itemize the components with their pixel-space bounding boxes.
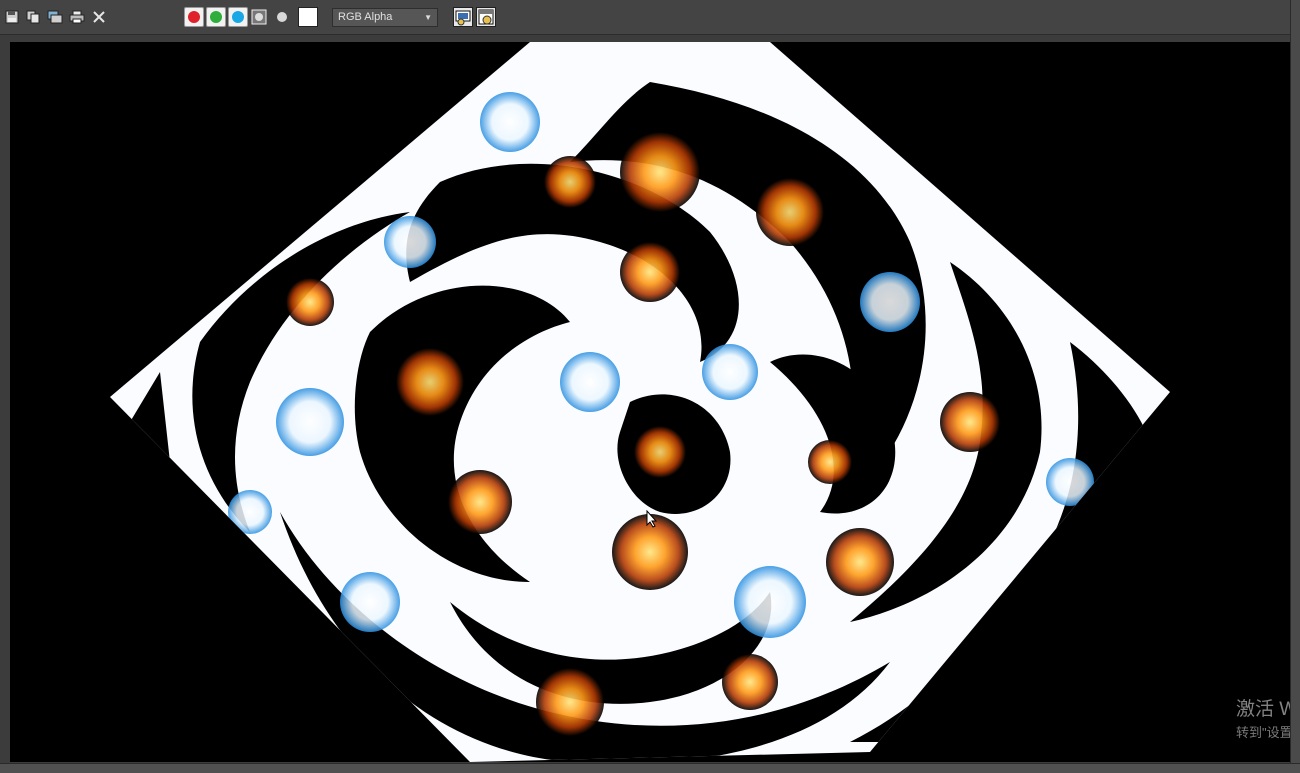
save-icon[interactable] [3, 8, 21, 26]
alpha-channel-button[interactable] [250, 8, 268, 26]
display-mode-value: RGB Alpha [338, 11, 393, 23]
blue-channel-icon [232, 11, 244, 23]
rendered-image [110, 42, 1170, 762]
activation-watermark-line2: 转到"设置 [1236, 725, 1290, 740]
red-channel-button[interactable] [184, 7, 204, 27]
green-channel-button[interactable] [206, 7, 226, 27]
copy-icon[interactable] [24, 8, 42, 26]
display-mode-dropdown[interactable]: RGB Alpha ▼ [332, 8, 438, 27]
background-color-swatch[interactable] [298, 7, 318, 27]
render-viewport[interactable] [10, 42, 1290, 762]
red-channel-icon [188, 11, 200, 23]
swirl-pattern [110, 42, 1170, 762]
frame-buffer-toolbar: RGB Alpha ▼ [0, 0, 1290, 35]
close-icon[interactable] [90, 8, 108, 26]
green-channel-icon [210, 11, 222, 23]
blue-channel-button[interactable] [228, 7, 248, 27]
render-button[interactable] [476, 7, 496, 27]
clone-icon[interactable] [46, 8, 64, 26]
right-side-panel [1290, 0, 1300, 772]
monochrome-icon[interactable] [273, 8, 291, 26]
print-icon[interactable] [68, 8, 86, 26]
activation-watermark-line1: 激活 W [1236, 699, 1290, 720]
chevron-down-icon: ▼ [424, 13, 432, 22]
mouse-cursor-icon [646, 509, 658, 533]
display-toggle-button[interactable] [453, 7, 473, 27]
